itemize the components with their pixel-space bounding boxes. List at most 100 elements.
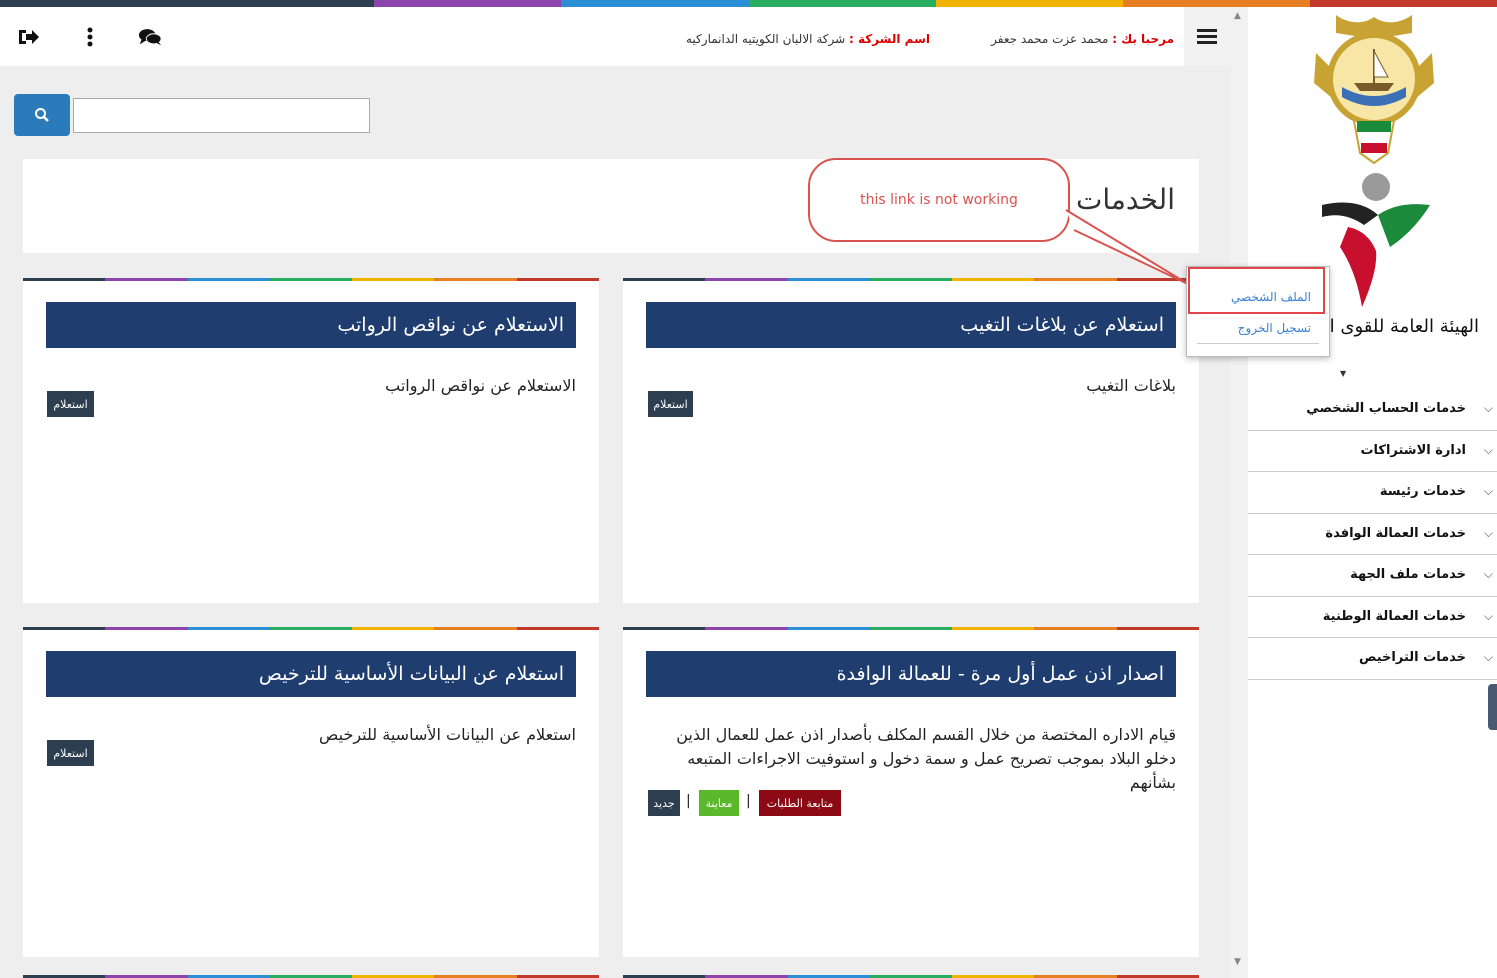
stripe-segment: [23, 278, 106, 281]
inquiry-button[interactable]: استعلام: [47, 391, 94, 417]
user-name: محمد عزت محمد جعفر: [991, 32, 1109, 46]
stripe-segment: [787, 278, 870, 281]
sidebar-menu-item[interactable]: خدمات العمالة الوطنية ⌵: [1248, 597, 1497, 638]
sidebar-menu-label: خدمات العمالة الوافدة: [1325, 525, 1466, 541]
sidebar-menu-label: خدمات ملف الجهة: [1350, 567, 1466, 582]
stripe-segment: [269, 278, 353, 281]
welcome-info: مرحبا بك : محمد عزت محمد جعفر: [991, 32, 1174, 46]
card-title[interactable]: استعلام عن البيانات الأساسية للترخيص: [46, 651, 576, 697]
callout-pointer: [1065, 209, 1189, 285]
stripe-segment: [869, 278, 953, 281]
sidebar-menu-item[interactable]: خدمات رئيسة ⌵: [1248, 472, 1497, 514]
card-description: بلاغات التغيب: [1086, 376, 1176, 395]
service-card-salary-shortfall: الاستعلام عن نواقص الرواتب الاستعلام عن …: [23, 278, 599, 603]
preview-button[interactable]: معاينة: [699, 790, 739, 816]
menu-toggle-button[interactable]: [1184, 7, 1230, 66]
stripe-segment: [434, 278, 517, 281]
separator: |: [686, 793, 691, 809]
stripe-segment: [516, 278, 599, 281]
stripe-segment: [374, 0, 562, 7]
stripe-segment: [561, 0, 749, 7]
stripe-segment: [623, 627, 706, 630]
logout-icon[interactable]: [16, 25, 40, 49]
track-requests-button[interactable]: متابعة الطلبات: [759, 790, 841, 816]
inquiry-button[interactable]: استعلام: [47, 740, 94, 766]
card-title[interactable]: اصدار اذن عمل أول مرة - للعمالة الوافدة: [646, 651, 1176, 697]
stripe-segment: [787, 627, 870, 630]
welcome-label: مرحبا بك :: [1112, 32, 1174, 46]
card-description: استعلام عن البيانات الأساسية للترخيص: [319, 725, 576, 744]
sidebar-menu-item[interactable]: خدمات الحساب الشخصي ⌵: [1248, 389, 1497, 431]
card-description: قيام الاداره المختصة من خلال القسم المكل…: [676, 725, 1176, 792]
stripe-segment: [352, 627, 435, 630]
kuwait-emblem-logo: [1314, 15, 1434, 165]
divider: [1197, 343, 1319, 344]
chevron-down-icon: ⌵: [1483, 608, 1493, 623]
menu-icon: [1197, 26, 1217, 47]
scrollbar[interactable]: ▲ ▼: [1230, 7, 1248, 978]
callout-text: this link is not working: [860, 192, 1018, 208]
stripe-segment: [705, 627, 788, 630]
stripe-segment: [952, 627, 1035, 630]
stripe-segment: [516, 627, 599, 630]
side-tab-handle[interactable]: [1488, 684, 1497, 730]
scroll-down-icon[interactable]: ▼: [1234, 957, 1241, 967]
agency-name: الهيئة العامة للقوى العاملة: [1319, 316, 1479, 337]
search-button[interactable]: [14, 94, 70, 136]
stripe-segment: [187, 278, 270, 281]
company-name: شركة الالبان الكويتيه الدانماركيه: [686, 32, 846, 46]
stripe-segment: [705, 278, 788, 281]
stripe-segment: [187, 0, 375, 7]
stripe-segment: [23, 627, 106, 630]
dropdown-item-logout[interactable]: تسجيل الخروج: [1238, 321, 1311, 335]
card-description: الاستعلام عن نواقص الرواتب: [385, 376, 576, 395]
chevron-down-icon: ⌵: [1483, 650, 1493, 664]
chevron-down-icon: ⌵: [1483, 484, 1493, 498]
stripe-segment: [1122, 0, 1310, 7]
chevron-down-icon: ⌵: [1483, 567, 1493, 581]
top-header: اسم الشركة : شركة الالبان الكويتيه الدان…: [0, 7, 1230, 66]
annotation-highlight-box: [1188, 267, 1325, 314]
sidebar-menu-item[interactable]: خدمات ملف الجهة ⌵: [1248, 555, 1497, 597]
sidebar-menu: خدمات الحساب الشخصي ⌵ ادارة الاشتراكات ⌵ خدم…: [1248, 389, 1497, 680]
caret-down-icon[interactable]: ▼: [1340, 369, 1346, 378]
chevron-down-icon: ⌵: [1483, 525, 1493, 540]
sidebar-menu-item[interactable]: ادارة الاشتراكات ⌵: [1248, 431, 1497, 472]
stripe-segment: [1116, 627, 1199, 630]
card-color-stripe: [23, 627, 599, 630]
company-label: اسم الشركة :: [848, 32, 930, 46]
card-title[interactable]: الاستعلام عن نواقص الرواتب: [46, 302, 576, 348]
card-title[interactable]: استعلام عن بلاغات التغيب: [646, 302, 1176, 348]
card-color-stripe: [623, 627, 1199, 630]
search-input[interactable]: [73, 98, 370, 133]
inquiry-button[interactable]: استعلام: [648, 391, 693, 417]
new-button[interactable]: جديد: [648, 790, 680, 816]
stripe-segment: [0, 0, 188, 7]
stripe-segment: [434, 627, 517, 630]
sidebar-menu-item[interactable]: خدمات التراخيص ⌵: [1248, 638, 1497, 680]
service-card-absence-reports: استعلام عن بلاغات التغيب بلاغات التغيب ا…: [623, 278, 1199, 603]
card-color-stripe: [23, 278, 599, 281]
agency-logo: [1322, 173, 1430, 307]
chevron-down-icon: ⌵: [1483, 442, 1493, 457]
main-content: اسم الشركة : شركة الالبان الكويتيه الدان…: [0, 7, 1230, 978]
service-card-license-data: استعلام عن البيانات الأساسية للترخيص است…: [23, 627, 599, 957]
top-color-stripe: [0, 0, 1497, 7]
more-vertical-icon[interactable]: [78, 25, 102, 49]
annotation-callout: this link is not working: [808, 158, 1070, 242]
sidebar-menu-label: خدمات التراخيص: [1359, 650, 1466, 665]
sidebar-menu-label: خدمات العمالة الوطنية: [1322, 608, 1466, 624]
stripe-segment: [1309, 0, 1497, 7]
stripe-segment: [869, 627, 953, 630]
search-icon: [35, 108, 49, 122]
scroll-up-icon[interactable]: ▲: [1234, 11, 1241, 21]
stripe-segment: [187, 627, 270, 630]
service-card-work-permit: اصدار اذن عمل أول مرة - للعمالة الوافدة …: [623, 627, 1199, 957]
sidebar-menu-label: خدمات رئيسة: [1379, 484, 1466, 499]
stripe-segment: [269, 627, 353, 630]
stripe-segment: [952, 278, 1035, 281]
sidebar-menu-item[interactable]: خدمات العمالة الوافدة ⌵: [1248, 514, 1497, 555]
stripe-segment: [352, 278, 435, 281]
chat-icon[interactable]: [138, 25, 162, 49]
chevron-down-icon: ⌵: [1483, 401, 1493, 415]
